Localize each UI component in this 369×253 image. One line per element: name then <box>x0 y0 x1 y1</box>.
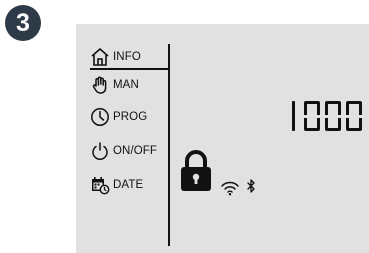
menu-item-man[interactable]: MAN <box>90 74 139 96</box>
step-number-badge: 3 <box>5 5 41 41</box>
lock-icon <box>181 150 211 191</box>
info-underline <box>90 68 168 70</box>
menu-label-info: INFO <box>113 51 141 63</box>
digit-3 <box>325 101 341 131</box>
menu-label-prog: PROG <box>113 111 148 123</box>
thermostat-display: INFO MAN PROG ON/OFF DATE <box>76 24 369 253</box>
menu-item-on-off[interactable]: ON/OFF <box>90 140 157 162</box>
display-value <box>283 101 362 133</box>
hand-icon <box>92 76 107 94</box>
clock-icon <box>91 108 109 126</box>
power-icon <box>92 142 108 160</box>
digit-4 <box>346 101 362 131</box>
home-icon <box>91 48 109 66</box>
menu-label-man: MAN <box>113 79 139 91</box>
bluetooth-icon <box>247 179 255 193</box>
digit-1 <box>283 101 299 131</box>
wifi-icon <box>221 181 239 196</box>
menu-divider <box>168 44 170 246</box>
calendar-icon <box>92 177 110 195</box>
menu-item-info[interactable]: INFO <box>90 46 141 68</box>
menu-label-on-off: ON/OFF <box>113 145 158 157</box>
digit-2 <box>304 101 320 131</box>
menu-label-date: DATE <box>113 179 144 191</box>
menu-item-date[interactable]: DATE <box>90 174 143 196</box>
menu-item-prog[interactable]: PROG <box>90 106 147 128</box>
